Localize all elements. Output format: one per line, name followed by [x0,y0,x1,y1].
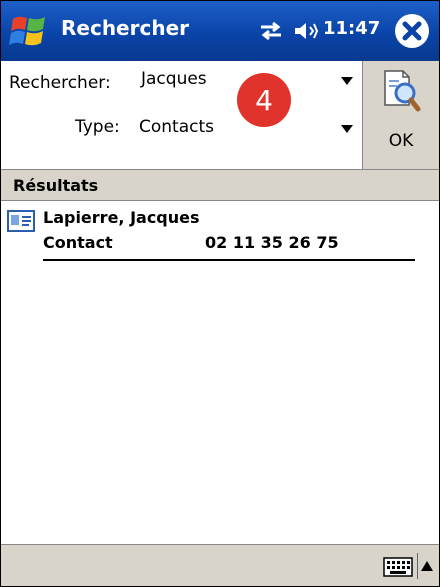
sip-divider [417,553,418,579]
type-select[interactable]: Contacts [139,117,214,137]
connectivity-icon[interactable] [257,19,285,43]
ok-label: OK [388,131,414,151]
contact-card-icon [7,210,35,232]
close-icon [402,21,422,41]
app-title: Rechercher [61,16,190,40]
type-label: Type: [75,117,120,137]
result-divider [43,259,415,261]
results-header: Résultats [1,169,439,201]
clock[interactable]: 11:47 [323,18,380,39]
windows-start-icon[interactable] [7,11,53,51]
result-item[interactable]: Lapierre, Jacques Contact 02 11 35 26 75 [1,205,439,263]
title-bar: Rechercher 11:47 [1,1,439,61]
speaker-icon[interactable] [291,19,319,43]
result-type: Contact [43,233,113,252]
step-badge: 4 [237,73,291,127]
result-name: Lapierre, Jacques [43,208,200,227]
pocket-pc-screen: Rechercher 11:47 Rechercher: Jacques Typ… [0,0,440,587]
search-form: Rechercher: Jacques Type: Contacts 4 OK [1,61,439,169]
magnifier-icon [384,70,421,112]
query-input[interactable]: Jacques [141,69,207,89]
results-title: Résultats [13,176,99,195]
ok-button[interactable]: OK [362,61,439,169]
chevron-down-icon[interactable] [341,77,353,85]
close-button[interactable] [395,14,429,48]
chevron-down-icon[interactable] [341,125,353,133]
menu-bar [1,544,439,586]
chevron-up-icon[interactable] [421,561,433,571]
result-phone: 02 11 35 26 75 [205,233,339,252]
query-label: Rechercher: [9,73,111,93]
keyboard-icon[interactable] [383,557,413,577]
